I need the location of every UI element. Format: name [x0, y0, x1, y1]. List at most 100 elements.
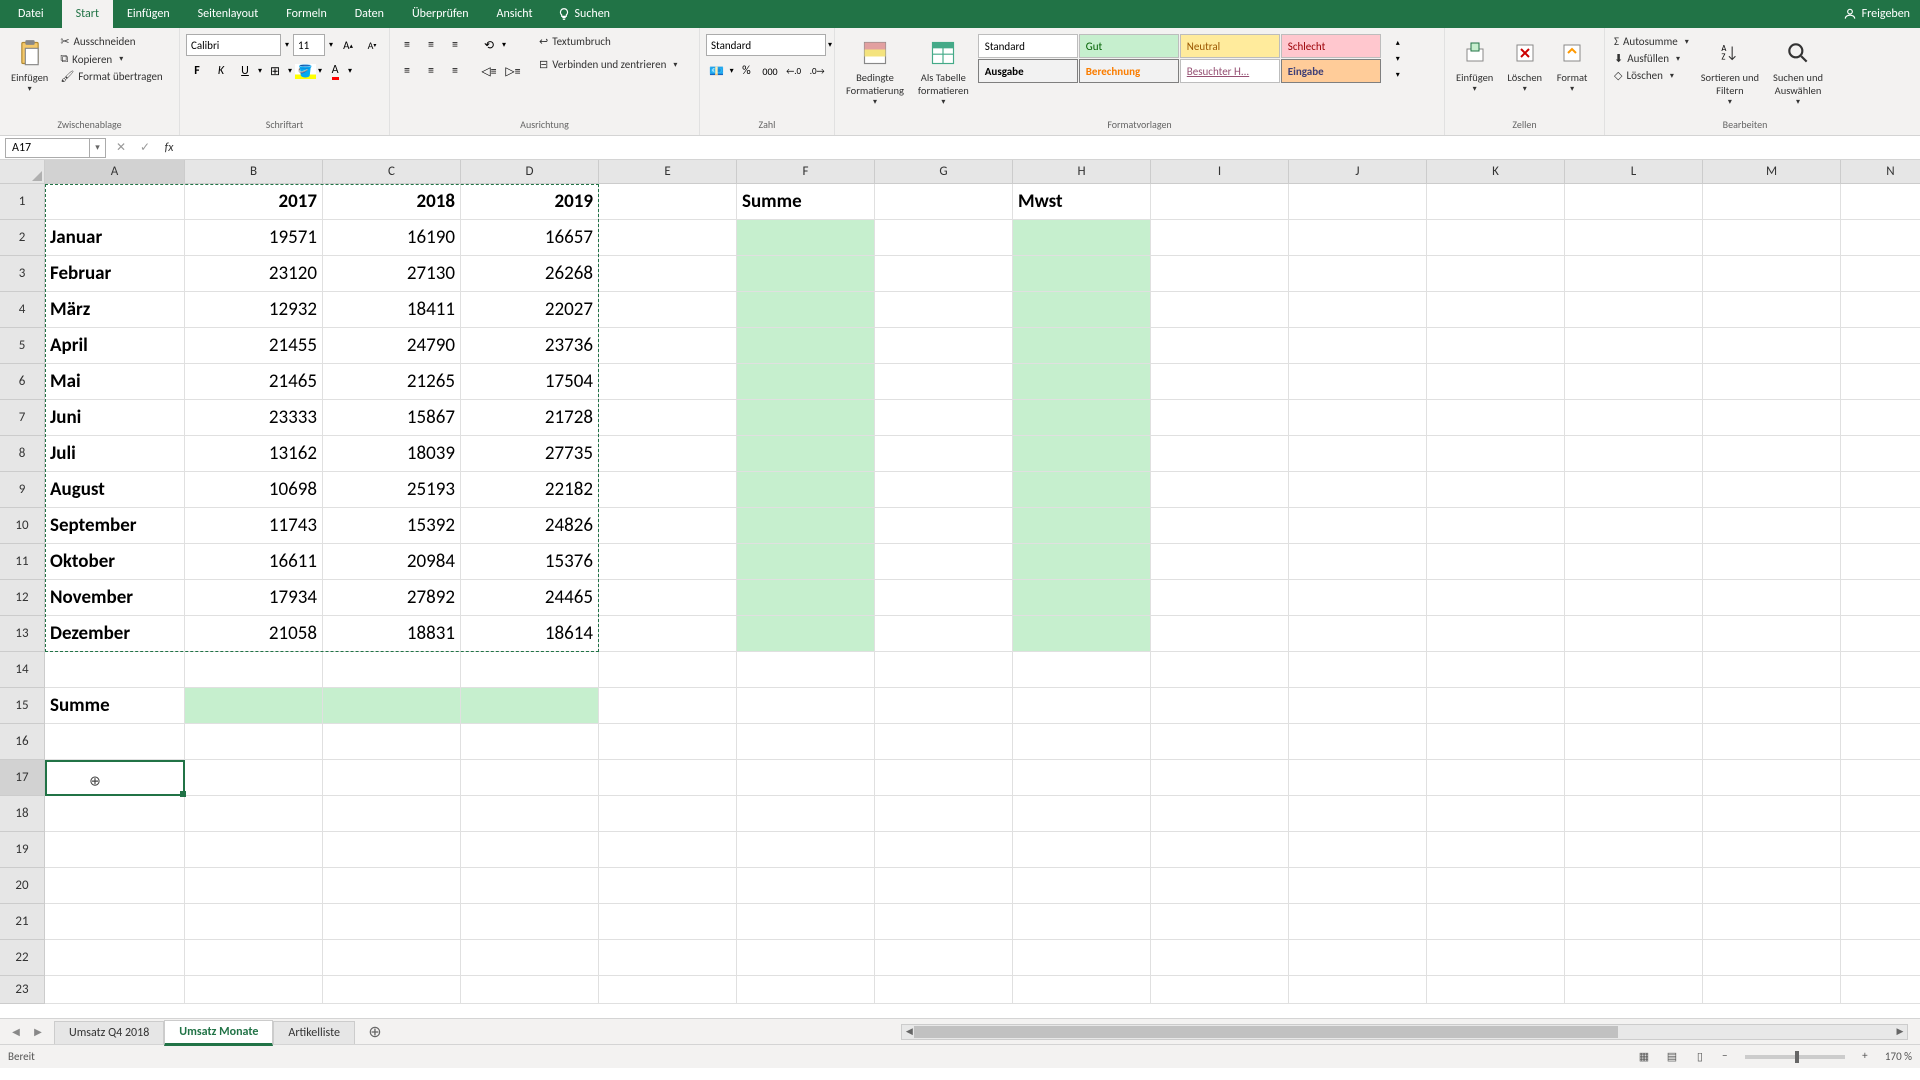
- cell[interactable]: [1151, 976, 1289, 1004]
- format-as-table-button[interactable]: Als Tabelle formatieren▾: [913, 34, 974, 110]
- chevron-down-icon[interactable]: ▾: [327, 40, 335, 50]
- cell[interactable]: [1013, 256, 1151, 292]
- cell[interactable]: [1013, 616, 1151, 652]
- cell[interactable]: [45, 184, 185, 220]
- cell[interactable]: [323, 652, 461, 688]
- copy-button[interactable]: ⧉Kopieren▾: [57, 51, 165, 67]
- cell[interactable]: August: [45, 472, 185, 508]
- cell[interactable]: [875, 724, 1013, 760]
- style-eingabe[interactable]: Eingabe: [1281, 59, 1381, 83]
- name-box[interactable]: [5, 138, 90, 158]
- cell[interactable]: [599, 904, 737, 940]
- cell[interactable]: [461, 868, 599, 904]
- cell[interactable]: [599, 184, 737, 220]
- cell[interactable]: 24826: [461, 508, 599, 544]
- cell[interactable]: [1013, 292, 1151, 328]
- cell[interactable]: [875, 688, 1013, 724]
- cell[interactable]: [45, 832, 185, 868]
- row-header-16[interactable]: 16: [0, 724, 45, 760]
- cell[interactable]: [1013, 400, 1151, 436]
- cell[interactable]: [1427, 364, 1565, 400]
- clear-button[interactable]: ◇Löschen▾: [1611, 68, 1692, 83]
- zoom-out-button[interactable]: −: [1717, 1049, 1733, 1065]
- cell[interactable]: [1427, 760, 1565, 796]
- tab-ansicht[interactable]: Ansicht: [483, 0, 547, 28]
- cell[interactable]: [1013, 472, 1151, 508]
- col-header-B[interactable]: B: [185, 160, 323, 184]
- cell[interactable]: [737, 364, 875, 400]
- cell[interactable]: [323, 688, 461, 724]
- cell[interactable]: [1841, 184, 1920, 220]
- cell[interactable]: [599, 616, 737, 652]
- cell[interactable]: 13162: [185, 436, 323, 472]
- cell[interactable]: [1565, 472, 1703, 508]
- align-top-button[interactable]: ≡: [396, 34, 418, 56]
- cell[interactable]: [1151, 364, 1289, 400]
- row-header-9[interactable]: 9: [0, 472, 45, 508]
- cell[interactable]: [737, 724, 875, 760]
- cell[interactable]: [1289, 832, 1427, 868]
- cell[interactable]: [1013, 436, 1151, 472]
- cell[interactable]: 18411: [323, 292, 461, 328]
- cell[interactable]: [1151, 400, 1289, 436]
- row-header-13[interactable]: 13: [0, 616, 45, 652]
- cell[interactable]: [1703, 544, 1841, 580]
- cell[interactable]: [599, 688, 737, 724]
- autosum-button[interactable]: ΣAutosumme▾: [1611, 34, 1692, 49]
- row-header-4[interactable]: 4: [0, 292, 45, 328]
- cell[interactable]: [1703, 400, 1841, 436]
- cell[interactable]: [1151, 688, 1289, 724]
- cell[interactable]: [1151, 220, 1289, 256]
- cell[interactable]: [1013, 544, 1151, 580]
- cell[interactable]: [737, 400, 875, 436]
- chevron-down-icon[interactable]: ▾: [730, 66, 734, 76]
- align-center-button[interactable]: ≡: [420, 60, 442, 82]
- cell[interactable]: [1703, 940, 1841, 976]
- chevron-down-icon[interactable]: ▾: [502, 40, 506, 50]
- cell[interactable]: [1013, 760, 1151, 796]
- cell[interactable]: [1427, 652, 1565, 688]
- paste-button[interactable]: Einfügen ▾: [6, 34, 53, 97]
- cell[interactable]: [1427, 508, 1565, 544]
- cell[interactable]: [1841, 688, 1920, 724]
- cell[interactable]: 21058: [185, 616, 323, 652]
- cell[interactable]: 24790: [323, 328, 461, 364]
- cell[interactable]: [1703, 904, 1841, 940]
- row-header-22[interactable]: 22: [0, 940, 45, 976]
- cell[interactable]: 11743: [185, 508, 323, 544]
- cell[interactable]: [1427, 544, 1565, 580]
- cell[interactable]: [1565, 544, 1703, 580]
- col-header-G[interactable]: G: [875, 160, 1013, 184]
- cell[interactable]: [323, 832, 461, 868]
- cell[interactable]: [1565, 292, 1703, 328]
- cell[interactable]: [1703, 364, 1841, 400]
- cell[interactable]: [461, 976, 599, 1004]
- cell[interactable]: [45, 976, 185, 1004]
- col-header-E[interactable]: E: [599, 160, 737, 184]
- cell[interactable]: [599, 544, 737, 580]
- cell[interactable]: [1841, 940, 1920, 976]
- row-header-17[interactable]: 17: [0, 760, 45, 796]
- cell[interactable]: 17934: [185, 580, 323, 616]
- cell[interactable]: [1151, 724, 1289, 760]
- col-header-I[interactable]: I: [1151, 160, 1289, 184]
- style-besuchter[interactable]: Besuchter H...: [1180, 59, 1280, 83]
- cell[interactable]: [185, 868, 323, 904]
- cell[interactable]: [461, 760, 599, 796]
- cell[interactable]: [1289, 796, 1427, 832]
- cell[interactable]: [1565, 508, 1703, 544]
- row-header-20[interactable]: 20: [0, 868, 45, 904]
- cell[interactable]: [1151, 616, 1289, 652]
- align-right-button[interactable]: ≡: [444, 60, 466, 82]
- cell[interactable]: [1703, 220, 1841, 256]
- cell[interactable]: [1151, 940, 1289, 976]
- cell[interactable]: 27735: [461, 436, 599, 472]
- cell[interactable]: [875, 292, 1013, 328]
- cell[interactable]: 21455: [185, 328, 323, 364]
- cell[interactable]: [323, 904, 461, 940]
- cell[interactable]: 19571: [185, 220, 323, 256]
- increase-decimal-button[interactable]: ←.0: [783, 60, 805, 82]
- view-normal-button[interactable]: ▦: [1633, 1048, 1655, 1066]
- cell[interactable]: [185, 724, 323, 760]
- cell[interactable]: [1565, 328, 1703, 364]
